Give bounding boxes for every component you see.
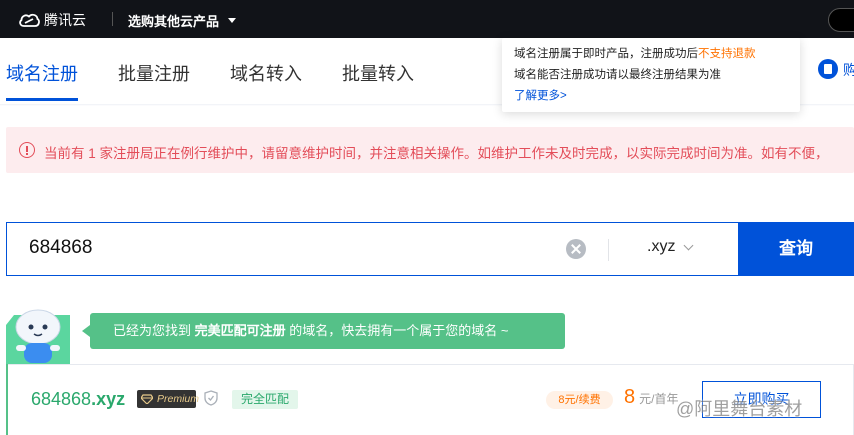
suffix-select-value: .xyz <box>647 238 676 255</box>
topbar-search-pill[interactable] <box>828 8 854 32</box>
refund-notice-tooltip: 域名注册属于即时产品，注册成功后不支持退款 域名能否注册成功请以最终注册结果为准… <box>502 38 800 112</box>
topbar-divider <box>112 12 113 26</box>
domain-search-input[interactable] <box>29 237 549 259</box>
result-domain-name: 684868 <box>31 389 92 409</box>
premium-label: Premium <box>157 393 200 405</box>
banner-highlight: 完美匹配可注册 <box>194 323 286 338</box>
tooltip-line-2: 域名能否注册成功请以最终注册结果为准 <box>514 69 721 81</box>
shield-icon <box>204 390 218 406</box>
banner-suffix: 的域名，快去拥有一个属于您的域名 ~ <box>289 323 509 338</box>
active-tab-indicator <box>6 98 78 101</box>
tencent-cloud-logo[interactable]: 腾讯云 <box>18 10 86 30</box>
search-separator <box>608 239 609 261</box>
first-year-price: 8 元/首年 <box>624 386 678 409</box>
maintenance-alert: 当前有 1 家注册局正在例行维护中，请留意维护时间，并注意相关操作。如维护工作未… <box>6 127 854 173</box>
exact-match-tag: 完全匹配 <box>232 390 298 409</box>
tab-domain-register[interactable]: 域名注册 <box>6 60 78 86</box>
price-unit: 元/首年 <box>639 392 679 406</box>
result-row-accent <box>6 364 8 435</box>
renewal-price-tag: 8元/续费 <box>546 391 613 409</box>
tab-batch-transfer[interactable]: 批量转入 <box>342 60 414 86</box>
logo-text: 腾讯云 <box>44 12 86 28</box>
result-domain-suffix: .xyz <box>91 389 126 409</box>
premium-badge: Premium <box>137 390 200 408</box>
domain-search-box: .xyz <box>6 222 854 276</box>
mascot-illustration <box>6 309 70 365</box>
query-button[interactable]: 查询 <box>738 222 854 276</box>
tab-domain-transfer[interactable]: 域名转入 <box>230 60 302 86</box>
result-domain[interactable]: 684868.xyz <box>31 389 125 410</box>
price-value: 8 <box>624 386 636 408</box>
result-found-banner: 已经为您找到 完美匹配可注册 的域名，快去拥有一个属于您的域名 ~ <box>82 313 565 349</box>
watermark-text: @阿里舞台素材 <box>676 399 803 419</box>
top-navigation-bar: 腾讯云 选购其他云产品 <box>0 0 854 38</box>
banner-prefix: 已经为您找到 <box>113 323 192 338</box>
suffix-select[interactable]: .xyz <box>647 238 694 256</box>
side-buy-button-label[interactable]: 购 <box>843 60 854 80</box>
product-select[interactable]: 选购其他云产品 <box>128 11 237 30</box>
tooltip-line-1-text: 域名注册属于即时产品，注册成功后 <box>514 48 698 60</box>
tab-batch-register[interactable]: 批量注册 <box>118 60 190 86</box>
info-circle-icon <box>19 142 35 158</box>
clear-icon[interactable] <box>566 239 586 259</box>
premium-gem-icon <box>141 394 153 404</box>
chevron-down-icon <box>684 240 694 250</box>
caret-down-icon <box>228 18 237 23</box>
cloud-logo-icon <box>19 13 40 27</box>
cart-icon[interactable] <box>818 59 838 79</box>
tooltip-warning-text: 不支持退款 <box>698 48 756 60</box>
alert-text: 当前有 1 家注册局正在例行维护中，请留意维护时间，并注意相关操作。如维护工作未… <box>44 146 829 161</box>
tooltip-line-1: 域名注册属于即时产品，注册成功后不支持退款 <box>514 44 788 65</box>
learn-more-link[interactable]: 了解更多> <box>514 86 788 107</box>
product-select-label: 选购其他云产品 <box>128 14 220 29</box>
